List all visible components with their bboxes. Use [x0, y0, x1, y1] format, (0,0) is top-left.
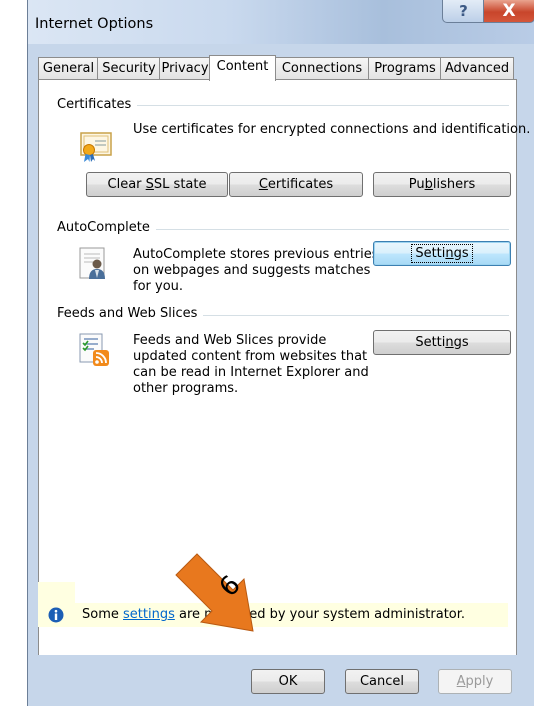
help-icon: ?: [459, 2, 468, 20]
feeds-description: Feeds and Web Slices provide updated con…: [133, 333, 403, 397]
info-icon: [48, 607, 64, 627]
settings-label-pre: Setti: [415, 246, 446, 261]
cancel-button[interactable]: Cancel: [345, 669, 419, 694]
feeds-icon: [79, 333, 111, 371]
autocomplete-settings-button[interactable]: Settings: [373, 241, 511, 266]
info-text-pre: Some: [82, 607, 123, 622]
tab-advanced[interactable]: Advanced: [440, 57, 514, 79]
publishers-button[interactable]: Publishers: [373, 172, 511, 197]
autocomplete-description: AutoComplete stores previous entries on …: [133, 247, 393, 295]
title-bar[interactable]: Internet Options ? X: [28, 0, 534, 44]
feeds-description-line: other programs.: [133, 381, 239, 396]
autocomplete-heading: AutoComplete: [57, 220, 156, 235]
info-bar: Some settings are managed by your system…: [38, 603, 508, 627]
ok-button[interactable]: OK: [251, 669, 325, 694]
certificates-heading: Certificates: [57, 97, 138, 112]
clear-ssl-state-button[interactable]: Clear SSL state: [86, 172, 228, 197]
info-bar-highlight: [38, 582, 75, 603]
feeds-heading: Feeds and Web Slices: [57, 306, 204, 321]
help-button[interactable]: ?: [442, 0, 485, 23]
apply-button[interactable]: Apply: [438, 669, 512, 694]
close-button[interactable]: X: [483, 0, 534, 23]
settings-label-post: gs: [453, 246, 469, 261]
apply-label-key: A: [456, 674, 466, 689]
tab-security[interactable]: Security: [97, 57, 161, 79]
window-title: Internet Options: [35, 16, 154, 32]
certificates-description: Use certificates for encrypted connectio…: [133, 122, 531, 137]
settings-label-pre: Setti: [415, 335, 446, 350]
autocomplete-description-line: for you.: [133, 279, 184, 294]
tab-content[interactable]: Content: [209, 55, 276, 81]
autocomplete-icon: [79, 247, 109, 285]
certificates-button[interactable]: Certificates: [229, 172, 363, 197]
settings-label-post: gs: [453, 335, 469, 350]
certificate-icon: [80, 129, 114, 167]
content-tab-panel: Certificates Use certificates for encryp…: [38, 79, 531, 657]
publishers-label-pre: Pu: [408, 177, 425, 192]
clear-ssl-label-key: S: [145, 177, 154, 192]
settings-link[interactable]: settings: [123, 607, 175, 622]
clear-ssl-label-pre: Clear: [107, 177, 146, 192]
feeds-description-line: Feeds and Web Slices provide: [133, 333, 327, 348]
tab-connections[interactable]: Connections: [274, 57, 370, 79]
autocomplete-description-line: AutoComplete stores previous entries: [133, 247, 379, 262]
certificates-label-key: C: [258, 177, 268, 192]
certificates-label-post: ertificates: [267, 177, 334, 192]
clear-ssl-label-post: SL state: [153, 177, 207, 192]
info-message: Some settings are managed by your system…: [82, 607, 465, 622]
info-text-post: are managed by your system administrator…: [174, 607, 466, 622]
settings-label-key: n: [445, 246, 454, 261]
autocomplete-description-line: on webpages and suggests matches: [133, 263, 371, 278]
apply-label-post: pply: [465, 674, 494, 689]
feeds-description-line: can be read in Internet Explorer and: [133, 365, 369, 380]
feeds-settings-button[interactable]: Settings: [373, 330, 511, 355]
feeds-description-line: updated content from websites that: [133, 349, 368, 364]
dialog-button-bar: OK Cancel Apply: [28, 655, 534, 706]
publishers-label-key: b: [424, 177, 433, 192]
settings-label-key: n: [445, 335, 454, 350]
close-icon: X: [502, 1, 516, 21]
autocomplete-settings-label: Settings: [411, 244, 473, 263]
tab-programs[interactable]: Programs: [368, 57, 442, 79]
publishers-label-post: lishers: [432, 177, 476, 192]
internet-options-window: Internet Options ? X General Security Pr…: [27, 0, 534, 706]
tab-privacy[interactable]: Privacy: [159, 57, 211, 79]
tab-general[interactable]: General: [38, 57, 99, 79]
